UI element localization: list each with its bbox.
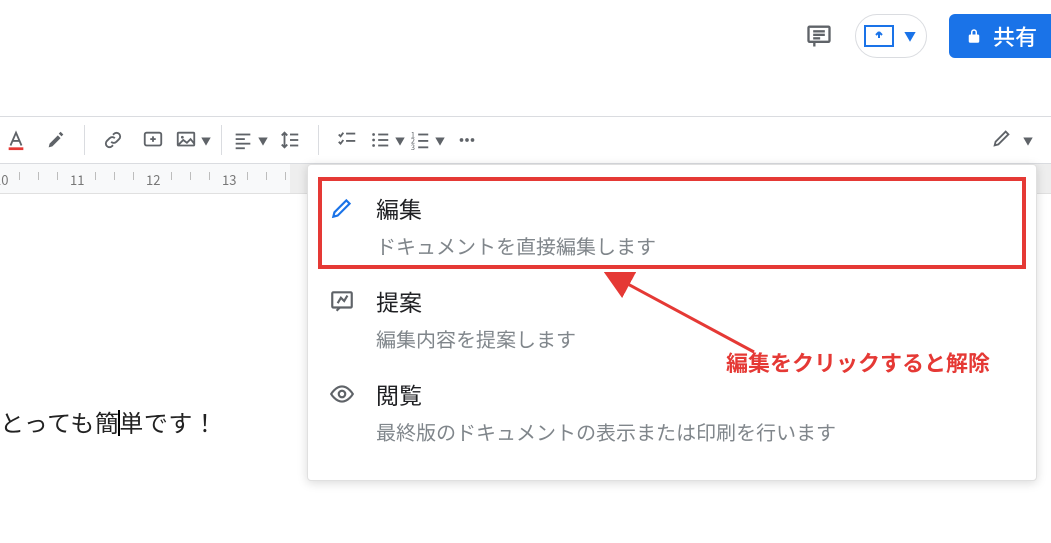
chevron-down-icon[interactable]: ▼: [898, 28, 922, 45]
add-comment-button[interactable]: [135, 122, 171, 158]
menu-item-desc: 編集内容を提案します: [376, 324, 576, 353]
chevron-down-icon: ▼: [1023, 133, 1033, 148]
present-button[interactable]: ▼: [855, 14, 927, 58]
chevron-down-icon: ▼: [435, 133, 445, 148]
more-button[interactable]: [449, 122, 485, 158]
bulleted-list-button[interactable]: ▼: [369, 122, 405, 158]
pencil-icon: [328, 191, 356, 221]
mode-menu-item-suggest[interactable]: 提案 編集内容を提案します: [308, 272, 1036, 365]
pencil-icon: [991, 127, 1013, 154]
mode-menu-item-edit[interactable]: 編集 ドキュメントを直接編集します: [308, 179, 1036, 272]
separator: [221, 125, 222, 155]
text-before-caret: とっても簡: [0, 404, 119, 439]
text-caret: [118, 410, 120, 436]
editing-mode-button[interactable]: ▼: [991, 122, 1033, 158]
separator: [318, 125, 319, 155]
chevron-down-icon: ▼: [258, 133, 268, 148]
menu-item-desc: ドキュメントを直接編集します: [376, 231, 656, 260]
mode-menu-item-view[interactable]: 閲覧 最終版のドキュメントの表示または印刷を行います: [308, 365, 1036, 458]
insert-link-button[interactable]: [95, 122, 131, 158]
insert-image-button[interactable]: ▼: [175, 122, 211, 158]
svg-text:3: 3: [411, 142, 415, 151]
document-text[interactable]: とっても簡単です！: [0, 404, 217, 439]
text-after-caret: 単です！: [119, 404, 217, 439]
suggest-icon: [328, 284, 356, 314]
open-comments-icon[interactable]: [805, 22, 833, 50]
editing-mode-menu: 編集 ドキュメントを直接編集します 提案 編集内容を提案します 閲覧 最終版のド…: [307, 164, 1037, 481]
menu-item-desc: 最終版のドキュメントの表示または印刷を行います: [376, 417, 836, 446]
menu-item-title: 提案: [376, 284, 576, 318]
highlight-color-button[interactable]: [38, 122, 74, 158]
chevron-down-icon: ▼: [201, 133, 211, 148]
present-icon: [864, 25, 894, 47]
lock-icon: [965, 20, 983, 52]
align-button[interactable]: ▼: [232, 122, 268, 158]
numbered-list-button[interactable]: 123 ▼: [409, 122, 445, 158]
share-button[interactable]: 共有: [949, 14, 1051, 58]
menu-item-title: 編集: [376, 191, 656, 225]
menu-item-title: 閲覧: [376, 377, 836, 411]
checklist-button[interactable]: [329, 122, 365, 158]
eye-icon: [328, 377, 356, 407]
share-label: 共有: [993, 20, 1037, 52]
text-color-button[interactable]: [0, 122, 34, 158]
toolbar: ▼ ▼ ▼ 123 ▼ ▼: [0, 116, 1051, 164]
chevron-down-icon: ▼: [395, 133, 405, 148]
separator: [84, 125, 85, 155]
line-spacing-button[interactable]: [272, 122, 308, 158]
